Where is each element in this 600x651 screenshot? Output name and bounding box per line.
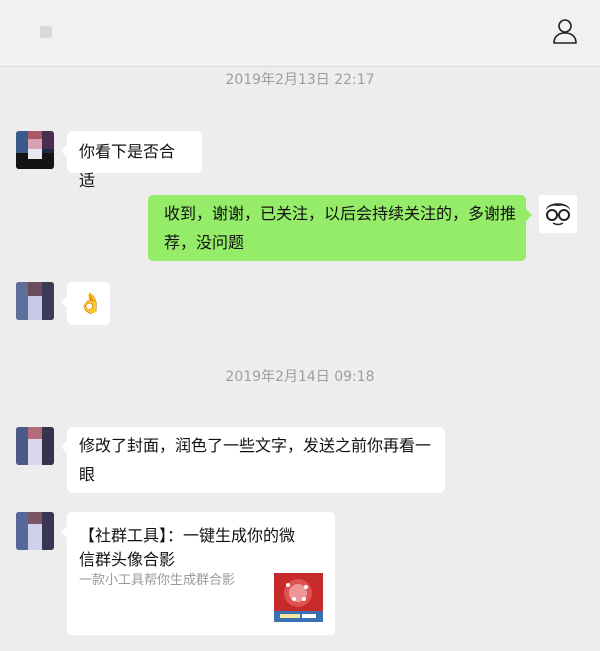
message-timestamp: 2019年2月14日 09:18	[225, 369, 375, 385]
message-text: 你看下是否合适	[79, 142, 176, 190]
link-card-title-line: 信群头像合影	[79, 550, 176, 569]
emoji-message-bubble[interactable]: 👌	[61, 282, 110, 325]
chat-header	[0, 0, 600, 67]
contact-avatar[interactable]	[16, 427, 54, 465]
message-text-line: 修改了封面，润色了一些文字，发送之前你再看一	[79, 436, 432, 455]
person-outline-icon[interactable]	[550, 16, 580, 46]
contact-avatar[interactable]	[16, 282, 54, 320]
message-bubble[interactable]: 你看下是否合适	[61, 131, 202, 190]
contact-avatar[interactable]	[16, 131, 54, 169]
link-card-description: 一款小工具帮你生成群合影	[79, 573, 236, 588]
link-card-title-line: 【社群工具】：一键生成你的微	[79, 526, 296, 545]
message-text-line: 收到，谢谢，已关注，以后会持续关注的，多谢推	[164, 204, 517, 223]
back-icon[interactable]	[40, 26, 52, 38]
ok-hand-emoji: 👌	[78, 291, 103, 315]
link-card-thumbnail	[274, 573, 323, 622]
contact-avatar[interactable]	[16, 512, 54, 550]
message-text-line: 眼	[79, 465, 96, 484]
message-bubble[interactable]: 修改了封面，润色了一些文字，发送之前你再看一 眼	[61, 427, 445, 493]
my-message-bubble[interactable]: 收到，谢谢，已关注，以后会持续关注的，多谢推 荐，没问题	[148, 195, 532, 261]
my-avatar[interactable]	[539, 195, 577, 233]
message-text-line: 荐，没问题	[164, 233, 245, 252]
link-card[interactable]: 【社群工具】：一键生成你的微 信群头像合影 一款小工具帮你生成群合影	[61, 512, 335, 635]
message-timestamp: 2019年2月13日 22:17	[225, 72, 375, 88]
